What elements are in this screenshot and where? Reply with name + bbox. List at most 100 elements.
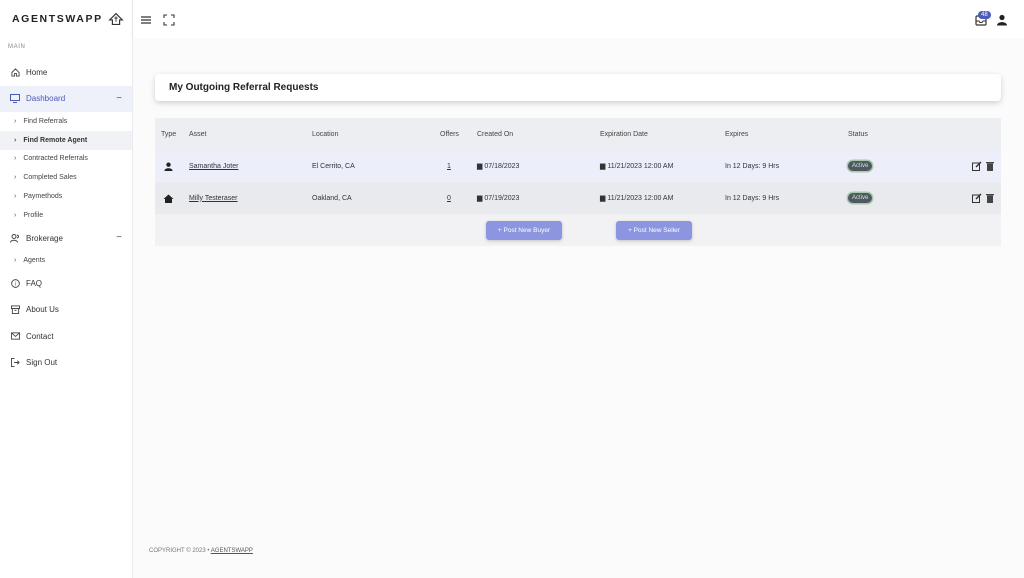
sidebar-item-label: Dashboard — [26, 94, 66, 104]
sign-out-icon — [10, 358, 20, 368]
created-value: 07/18/2023 — [484, 162, 520, 170]
status-badge: Active — [848, 161, 873, 171]
header-expiration: Expiration Date — [600, 130, 648, 138]
brand-name: AGENTSWAPP — [12, 13, 103, 25]
expiration-cell: ▆ 11/21/2023 12:00 AM — [600, 182, 673, 214]
topbar: 48 — [133, 0, 1024, 38]
status-cell: Active — [848, 182, 873, 214]
users-icon — [10, 233, 20, 243]
location-cell: El Cerrito, CA — [312, 162, 355, 170]
user-icon — [164, 150, 173, 182]
sidebar-subitem-paymethods[interactable]: › Paymethods — [0, 187, 132, 206]
archive-icon — [10, 305, 20, 315]
notification-badge: 48 — [978, 11, 991, 19]
sidebar-subitem-label: Completed Sales — [23, 174, 77, 182]
post-new-seller-button[interactable]: + Post New Seller — [616, 221, 692, 240]
chevron-right-icon: › — [14, 193, 17, 201]
sidebar-subitem-contracted-referrals[interactable]: › Contracted Referrals — [0, 150, 132, 169]
footer: COPYRIGHT © 2023 • AGENTSWAPP — [149, 548, 253, 554]
page-title-card: My Outgoing Referral Requests — [155, 74, 1001, 101]
sidebar-subitem-label: Find Remote Agent — [23, 136, 88, 144]
sidebar-item-label: Home — [26, 67, 48, 77]
status-cell: Active — [848, 150, 873, 182]
chevron-right-icon: › — [14, 174, 17, 182]
expires-cell: In 12 Days: 9 Hrs — [725, 162, 780, 170]
sidebar-item-label: Sign Out — [26, 358, 58, 368]
expiration-value: 11/21/2023 12:00 AM — [607, 162, 674, 170]
sidebar-subitem-find-remote-agent[interactable]: › Find Remote Agent — [0, 130, 132, 150]
sidebar-item-label: About Us — [26, 305, 59, 315]
asset-link[interactable]: Milly Testeraser — [189, 182, 238, 214]
logo-icon — [107, 12, 124, 25]
help-circle-icon: i — [10, 278, 20, 288]
header-type: Type — [161, 130, 177, 138]
chevron-right-icon: › — [14, 136, 17, 144]
asset-link[interactable]: Samantha Joter — [189, 150, 238, 182]
header-created: Created On — [477, 130, 514, 138]
page-title: My Outgoing Referral Requests — [169, 82, 319, 93]
edit-icon[interactable] — [972, 182, 982, 214]
sidebar-subitem-completed-sales[interactable]: › Completed Sales — [0, 168, 132, 187]
sidebar-item-faq[interactable]: i FAQ — [0, 270, 132, 297]
location-cell: Oakland, CA — [312, 194, 352, 202]
created-cell: ▆ 07/19/2023 — [477, 182, 519, 214]
sidebar-subitem-label: Agents — [23, 257, 46, 265]
expiration-cell: ▆ 11/21/2023 12:00 AM — [600, 150, 673, 182]
created-value: 07/19/2023 — [484, 194, 520, 202]
post-new-buyer-button[interactable]: + Post New Buyer — [486, 221, 562, 240]
menu-icon[interactable] — [140, 14, 152, 26]
referral-table: Type Asset Location Offers Created On Ex… — [155, 118, 1001, 246]
sidebar-subitem-profile[interactable]: › Profile — [0, 206, 132, 225]
sidebar-subitem-label: Find Referrals — [23, 117, 68, 125]
sidebar-item-sign-out[interactable]: Sign Out — [0, 350, 132, 377]
sidebar-subitem-agents[interactable]: › Agents — [0, 251, 132, 270]
sidebar-subitem-label: Paymethods — [23, 193, 63, 201]
table-row: Milly Testeraser Oakland, CA 0 ▆ 07/19/20… — [155, 182, 1001, 214]
sidebar-item-contact[interactable]: Contact — [0, 323, 132, 350]
header-offers: Offers — [440, 130, 459, 138]
expires-cell: In 12 Days: 9 Hrs — [725, 194, 780, 202]
sidebar-item-label: Contact — [26, 331, 54, 341]
chevron-right-icon: › — [14, 117, 17, 125]
header-status: Status — [848, 130, 868, 138]
logo[interactable]: AGENTSWAPP — [0, 0, 132, 38]
collapse-icon[interactable]: − — [116, 232, 122, 243]
copyright-text: COPYRIGHT © 2023 • — [149, 548, 210, 554]
sidebar-item-home[interactable]: Home — [0, 59, 132, 86]
mail-icon — [10, 331, 20, 341]
table-header: Type Asset Location Offers Created On Ex… — [155, 118, 1001, 150]
delete-icon[interactable] — [986, 150, 994, 182]
sidebar-item-about-us[interactable]: About Us — [0, 297, 132, 324]
sidebar-subitem-label: Profile — [23, 211, 44, 219]
main-content: My Outgoing Referral Requests Type Asset… — [133, 38, 1024, 578]
chevron-right-icon: › — [14, 257, 17, 265]
offers-link[interactable]: 0 — [447, 182, 451, 214]
calendar-icon: ▆ — [477, 163, 483, 170]
chevron-right-icon: › — [14, 155, 17, 163]
table-row: Samantha Joter El Cerrito, CA 1 ▆ 07/18/2… — [155, 150, 1001, 182]
home-icon — [10, 67, 20, 77]
table-actions: + Post New Buyer + Post New Seller — [155, 214, 1001, 246]
fullscreen-icon[interactable] — [163, 14, 175, 26]
header-location: Location — [312, 130, 339, 138]
delete-icon[interactable] — [986, 182, 994, 214]
section-label-main: MAIN — [8, 44, 26, 50]
expiration-value: 11/21/2023 12:00 AM — [607, 194, 674, 202]
sidebar-subitem-find-referrals[interactable]: › Find Referrals — [0, 112, 132, 131]
footer-brand-link[interactable]: AGENTSWAPP — [211, 548, 253, 554]
sidebar-item-brokerage[interactable]: Brokerage − — [0, 225, 132, 252]
collapse-icon[interactable]: − — [116, 93, 122, 104]
user-account-icon[interactable] — [996, 14, 1008, 26]
sidebar: AGENTSWAPP MAIN Home Dashboard − › Find R… — [0, 0, 133, 578]
header-asset: Asset — [189, 130, 207, 138]
sidebar-item-label: Brokerage — [26, 233, 63, 243]
calendar-icon: ▆ — [477, 195, 483, 202]
monitor-icon — [10, 94, 20, 104]
house-icon — [163, 182, 174, 214]
sidebar-item-dashboard[interactable]: Dashboard − — [0, 85, 132, 112]
status-badge: Active — [848, 193, 873, 203]
edit-icon[interactable] — [972, 150, 982, 182]
sidebar-subitem-label: Contracted Referrals — [23, 155, 88, 163]
offers-link[interactable]: 1 — [447, 150, 451, 182]
header-expires: Expires — [725, 130, 749, 138]
